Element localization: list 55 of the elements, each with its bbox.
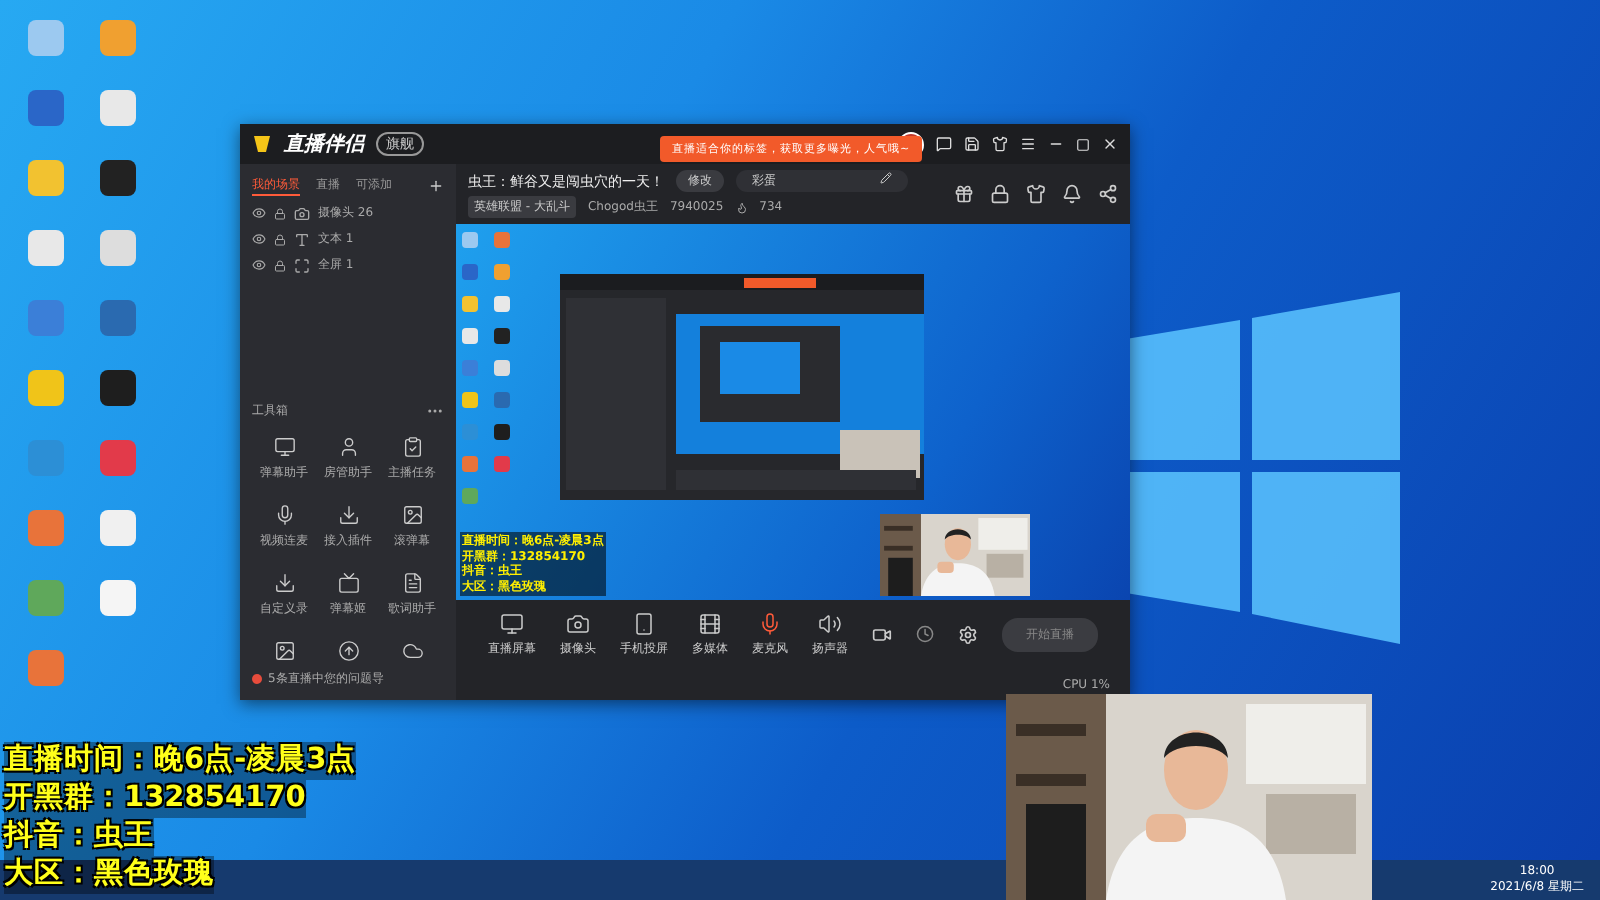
monitor-icon [500,611,524,635]
shirt-icon [992,136,1008,152]
microphone-icon [758,611,782,635]
alert-dot [252,673,262,683]
film-icon [698,611,722,635]
chat-icon [936,136,952,152]
app-title: 直播伴侣 [284,131,364,158]
lock-icon [274,233,286,245]
lock-icon [274,259,286,271]
camera-icon [294,205,310,221]
add-icon [428,178,444,194]
menu-icon [1020,136,1036,152]
fullscreen-icon [294,257,310,273]
flame-icon [735,201,748,213]
eye-icon [252,232,266,246]
save-icon [964,136,980,152]
document-icon [401,572,423,594]
image-icon [273,640,295,662]
bell-icon [1062,184,1082,204]
close-icon [1102,136,1118,152]
microphone-icon [273,504,295,526]
record-icon [872,623,892,645]
phone-icon [632,611,656,635]
lock-icon [990,184,1010,204]
speaker-icon [818,611,842,635]
pencil-icon [880,172,892,184]
overlay-text: 开黑群：132854170 [4,780,306,818]
overlay-text: 抖音：虫王 [4,818,154,856]
clock-icon [915,624,935,644]
clipboard-icon [401,436,423,458]
arrow-up-icon [337,640,359,662]
gift-icon [954,184,974,204]
eye-icon [252,258,266,272]
app-shortcut-icon[interactable] [100,580,136,616]
lock-icon [274,207,286,219]
overlay-text: 直播时间：晚6点-凌晨3点 [4,742,357,780]
tv-icon [337,572,359,594]
monitor-icon [273,436,295,458]
maximize-icon [1076,137,1090,151]
share-icon [1098,184,1118,204]
text-icon [294,231,310,247]
download-icon [273,572,295,594]
user-icon [337,436,359,458]
logo-icon [252,134,272,154]
overlay-text: 大区：黑色玫瑰 [4,856,214,894]
image-icon [401,504,423,526]
download-icon [337,504,359,526]
app-shortcut-icon[interactable] [100,160,136,196]
app-shortcut-icon[interactable] [100,370,136,406]
settings-icon [958,623,978,645]
cloud-icon [401,640,423,662]
eye-icon [252,206,266,220]
shirt-icon [1026,184,1046,204]
camera-icon [566,611,590,635]
app-shortcut-icon[interactable] [100,510,136,546]
